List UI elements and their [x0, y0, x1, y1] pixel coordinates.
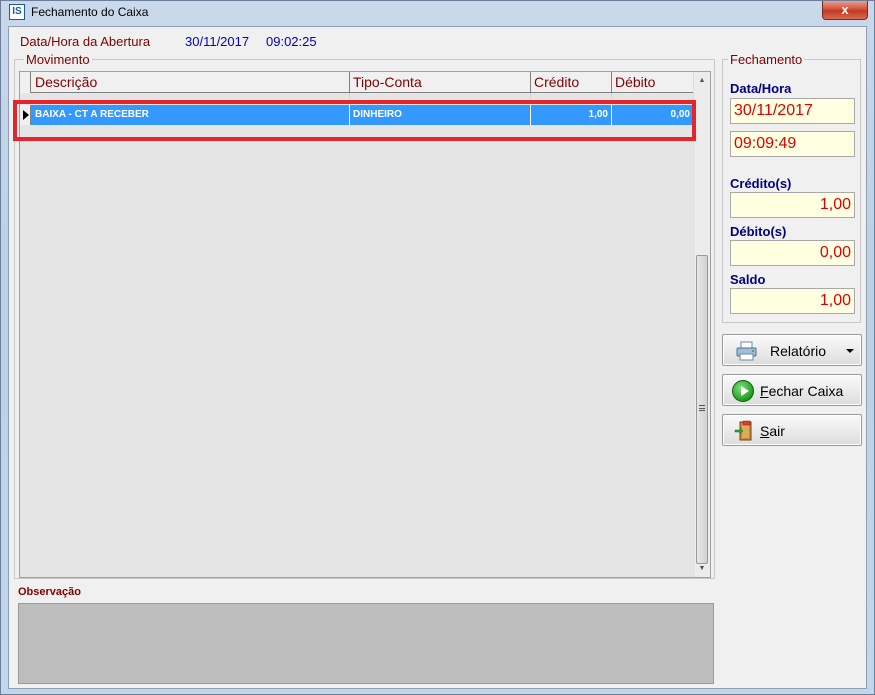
window-title: Fechamento do Caixa [31, 5, 149, 19]
abertura-date: 30/11/2017 [185, 34, 250, 49]
close-button[interactable]: x [822, 1, 868, 20]
vertical-scrollbar[interactable]: ▲ ▼ [693, 72, 710, 577]
column-header-tipo-conta[interactable]: Tipo-Conta [350, 72, 531, 93]
column-header-debito[interactable]: Débito [612, 72, 694, 93]
credito-label: Crédito(s) [730, 176, 792, 191]
abertura-label: Data/Hora da Abertura [20, 34, 151, 49]
chevron-down-icon [846, 349, 854, 353]
scroll-thumb[interactable] [696, 255, 708, 564]
sair-button[interactable]: Sair [722, 414, 862, 446]
debito-field[interactable]: 0,00 [730, 240, 855, 266]
accelerator-key: S [760, 423, 770, 439]
datahora-label: Data/Hora [730, 81, 792, 96]
app-icon: IS [9, 4, 25, 20]
observacao-field[interactable] [18, 603, 714, 684]
scroll-up-button[interactable]: ▲ [694, 72, 710, 89]
accelerator-key: F [760, 383, 769, 399]
fechamento-time-field[interactable]: 09:09:49 [730, 131, 855, 157]
fechar-caixa-label: Fechar Caixa [760, 383, 843, 399]
observacao-label: Observação [18, 586, 81, 598]
header-indicator-cell [20, 72, 31, 93]
printer-icon [736, 341, 757, 361]
scroll-down-button[interactable]: ▼ [694, 560, 710, 577]
movimento-legend: Movimento [24, 52, 92, 67]
relatorio-label: Relatório [770, 343, 827, 359]
exit-door-icon [734, 420, 752, 441]
fechamento-date-field[interactable]: 30/11/2017 [730, 98, 855, 124]
grid-header: Descrição Tipo-Conta Crédito Débito [20, 72, 694, 93]
movimento-grid[interactable]: ABERTURA DO CAIXA ABERTURA DE CAIXA 0,00… [19, 71, 711, 578]
title-bar: IS Fechamento do Caixa x [1, 1, 874, 25]
debito-label: Débito(s) [730, 224, 787, 239]
fechar-caixa-button[interactable]: Fechar Caixa [722, 374, 862, 406]
saldo-field[interactable]: 1,00 [730, 288, 855, 314]
fechar-caixa-text: echar Caixa [768, 383, 844, 399]
fechamento-legend: Fechamento [728, 52, 805, 67]
column-header-credito[interactable]: Crédito [531, 72, 612, 93]
saldo-label: Saldo [730, 272, 766, 287]
column-header-descricao[interactable]: Descrição [32, 72, 350, 93]
selected-row-highlight [13, 100, 696, 141]
relatorio-button[interactable]: Relatório [722, 334, 862, 366]
sair-text: air [769, 423, 785, 439]
abertura-time: 09:02:25 [266, 34, 317, 49]
scroll-grip-icon [699, 405, 705, 411]
play-icon [732, 380, 754, 402]
credito-field[interactable]: 1,00 [730, 192, 855, 218]
fechamento-group: Fechamento Data/Hora 30/11/2017 09:09:49… [722, 52, 861, 323]
sair-label: Sair [760, 423, 785, 439]
